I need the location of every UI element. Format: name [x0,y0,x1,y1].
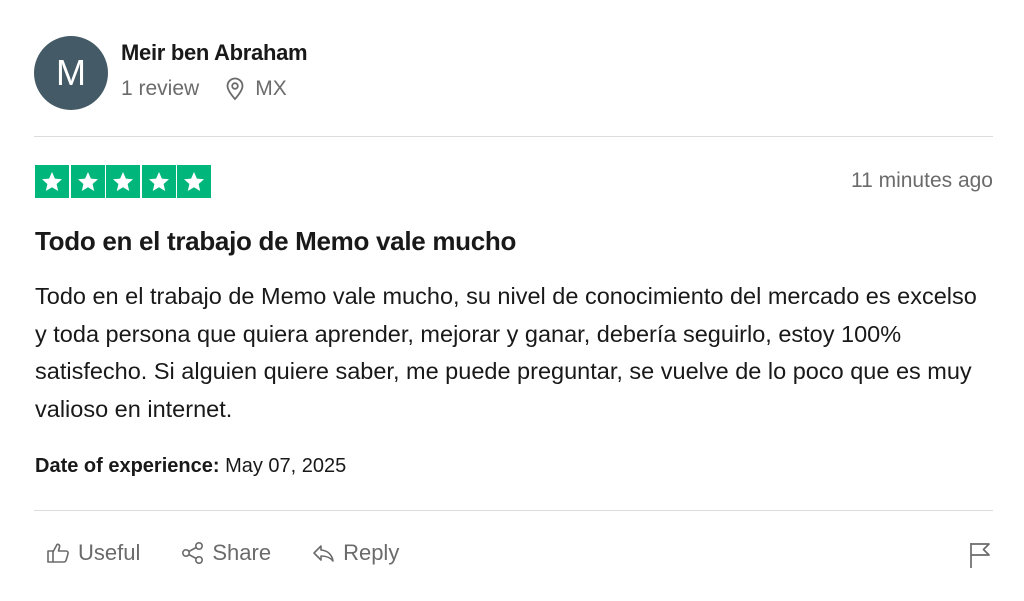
map-pin-icon [226,77,244,101]
useful-button[interactable]: Useful [46,540,140,566]
review-title[interactable]: Todo en el trabajo de Memo vale mucho [35,226,516,257]
reviewer-location: MX [225,77,287,101]
reply-label: Reply [343,540,400,565]
star-icon [77,171,98,191]
thumbs-up-icon [47,543,69,563]
experience-date: May 07, 2025 [225,455,347,477]
reply-icon [313,545,334,562]
star-box [106,165,140,198]
review-body: Todo en el trabajo de Memo vale mucho, s… [35,283,977,422]
star-icon [148,171,169,191]
avatar[interactable]: M [34,36,108,110]
useful-label: Useful [78,540,141,565]
reply-button[interactable]: Reply [311,540,399,566]
review-card: M Meir ben Abraham 1 review MX 11 minute… [0,0,1024,601]
share-button[interactable]: Share [180,540,271,566]
star-rating [35,165,211,198]
review-actions: Useful Share Reply [46,540,439,566]
location-label: MX [255,77,287,100]
star-box [70,165,105,198]
report-button[interactable] [968,540,992,575]
star-box [35,165,69,198]
reviewer-name[interactable]: Meir ben Abraham [121,40,308,66]
reviewer-meta: 1 review MX [121,77,287,101]
date-of-experience: Date of experience: May 07, 2025 [35,455,346,478]
experience-label: Date of experience: [35,455,220,477]
header-divider [34,136,993,137]
flag-icon [970,543,990,568]
star-icon [113,171,133,191]
share-label: Share [212,540,272,565]
footer-divider [34,510,993,511]
share-icon [182,541,204,565]
star-icon [42,171,62,191]
review-count: 1 review [121,77,200,100]
star-box [177,165,211,198]
star-box [141,165,176,198]
star-icon [184,171,204,191]
avatar-initial: M [56,52,86,93]
review-timestamp: 11 minutes ago [850,169,993,192]
